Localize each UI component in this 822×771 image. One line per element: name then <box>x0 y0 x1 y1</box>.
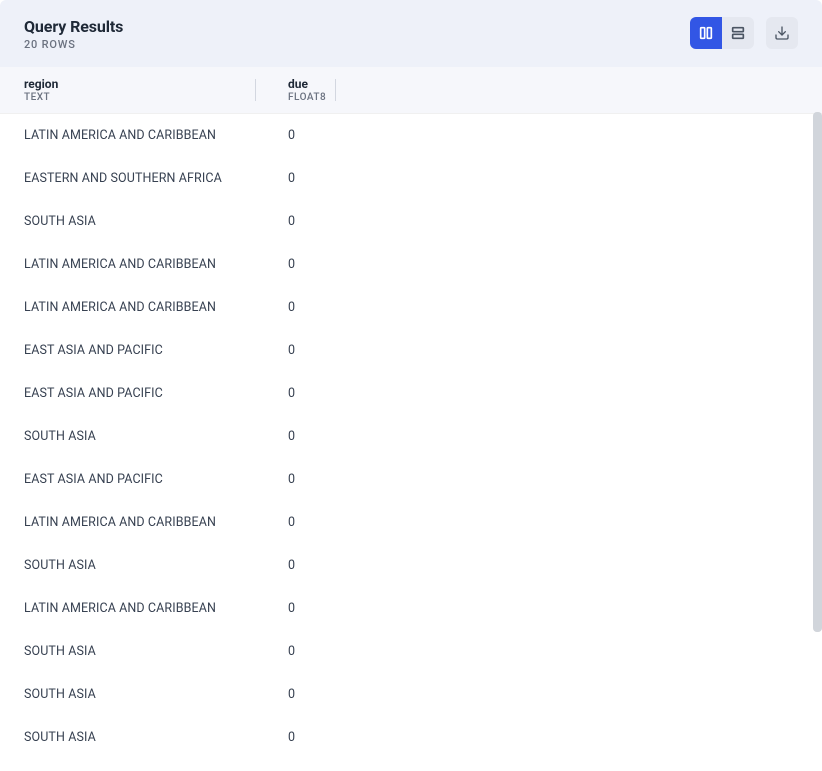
cell-due: 0 <box>264 730 344 745</box>
table-row[interactable]: SOUTH ASIA0 <box>0 716 822 759</box>
table-row[interactable]: LATIN AMERICA AND CARIBBEAN0 <box>0 286 822 329</box>
cell-region: EAST ASIA AND PACIFIC <box>24 472 264 487</box>
table-row[interactable]: SOUTH ASIA0 <box>0 200 822 243</box>
cell-due: 0 <box>264 515 344 530</box>
cell-region: LATIN AMERICA AND CARIBBEAN <box>24 300 264 315</box>
cell-due: 0 <box>264 558 344 573</box>
cell-region: SOUTH ASIA <box>24 214 264 229</box>
rows-view-button[interactable] <box>722 17 754 49</box>
cell-due: 0 <box>264 472 344 487</box>
cell-due: 0 <box>264 429 344 444</box>
column-header-region[interactable]: region TEXT <box>24 77 264 103</box>
download-button[interactable] <box>766 17 798 49</box>
column-divider[interactable] <box>255 79 256 101</box>
cell-region: EASTERN AND SOUTHERN AFRICA <box>24 171 264 186</box>
table-row[interactable]: SOUTH ASIA0 <box>0 630 822 673</box>
cell-region: LATIN AMERICA AND CARIBBEAN <box>24 601 264 616</box>
table-row[interactable]: LATIN AMERICA AND CARIBBEAN0 <box>0 587 822 630</box>
cell-region: EAST ASIA AND PACIFIC <box>24 386 264 401</box>
table-body[interactable]: LATIN AMERICA AND CARIBBEAN0EASTERN AND … <box>0 114 822 771</box>
cell-due: 0 <box>264 300 344 315</box>
rows-icon <box>730 25 746 41</box>
cell-region: SOUTH ASIA <box>24 687 264 702</box>
table-row[interactable]: EAST ASIA AND PACIFIC0 <box>0 329 822 372</box>
cell-due: 0 <box>264 343 344 358</box>
header-titles: Query Results 20 ROWS <box>24 17 123 51</box>
cell-region: LATIN AMERICA AND CARIBBEAN <box>24 128 264 143</box>
columns-icon <box>698 25 714 41</box>
cell-region: SOUTH ASIA <box>24 558 264 573</box>
cell-due: 0 <box>264 171 344 186</box>
table-row[interactable]: LATIN AMERICA AND CARIBBEAN0 <box>0 114 822 157</box>
table-row[interactable]: SOUTH ASIA0 <box>0 415 822 458</box>
row-count-label: 20 ROWS <box>24 38 123 51</box>
column-name: region <box>24 77 264 91</box>
table-row[interactable]: SOUTH ASIA0 <box>0 673 822 716</box>
results-header: Query Results 20 ROWS <box>0 0 822 67</box>
cell-due: 0 <box>264 644 344 659</box>
table-row[interactable]: EAST ASIA AND PACIFIC0 <box>0 372 822 415</box>
cell-due: 0 <box>264 128 344 143</box>
table-row[interactable]: EAST ASIA AND PACIFIC0 <box>0 458 822 501</box>
columns-view-button[interactable] <box>690 17 722 49</box>
cell-region: LATIN AMERICA AND CARIBBEAN <box>24 515 264 530</box>
scrollbar-track[interactable] <box>813 112 822 632</box>
scrollbar-thumb[interactable] <box>813 112 822 632</box>
results-title: Query Results <box>24 17 123 36</box>
table-row[interactable]: LATIN AMERICA AND CARIBBEAN0 <box>0 501 822 544</box>
header-actions <box>690 17 798 49</box>
table-header-row: region TEXT due FLOAT8 <box>0 67 822 114</box>
cell-due: 0 <box>264 214 344 229</box>
cell-region: SOUTH ASIA <box>24 644 264 659</box>
table-row[interactable]: LATIN AMERICA AND CARIBBEAN0 <box>0 243 822 286</box>
column-divider[interactable] <box>335 79 336 101</box>
column-type: TEXT <box>24 92 264 103</box>
table-row[interactable]: EASTERN AND SOUTHERN AFRICA0 <box>0 157 822 200</box>
cell-region: LATIN AMERICA AND CARIBBEAN <box>24 257 264 272</box>
cell-due: 0 <box>264 601 344 616</box>
cell-due: 0 <box>264 386 344 401</box>
download-icon <box>774 25 790 41</box>
view-toggle-group <box>690 17 754 49</box>
cell-due: 0 <box>264 257 344 272</box>
cell-due: 0 <box>264 687 344 702</box>
column-header-due[interactable]: due FLOAT8 <box>264 77 344 103</box>
cell-region: EAST ASIA AND PACIFIC <box>24 343 264 358</box>
cell-region: SOUTH ASIA <box>24 429 264 444</box>
table-row[interactable]: SOUTH ASIA0 <box>0 544 822 587</box>
cell-region: SOUTH ASIA <box>24 730 264 745</box>
